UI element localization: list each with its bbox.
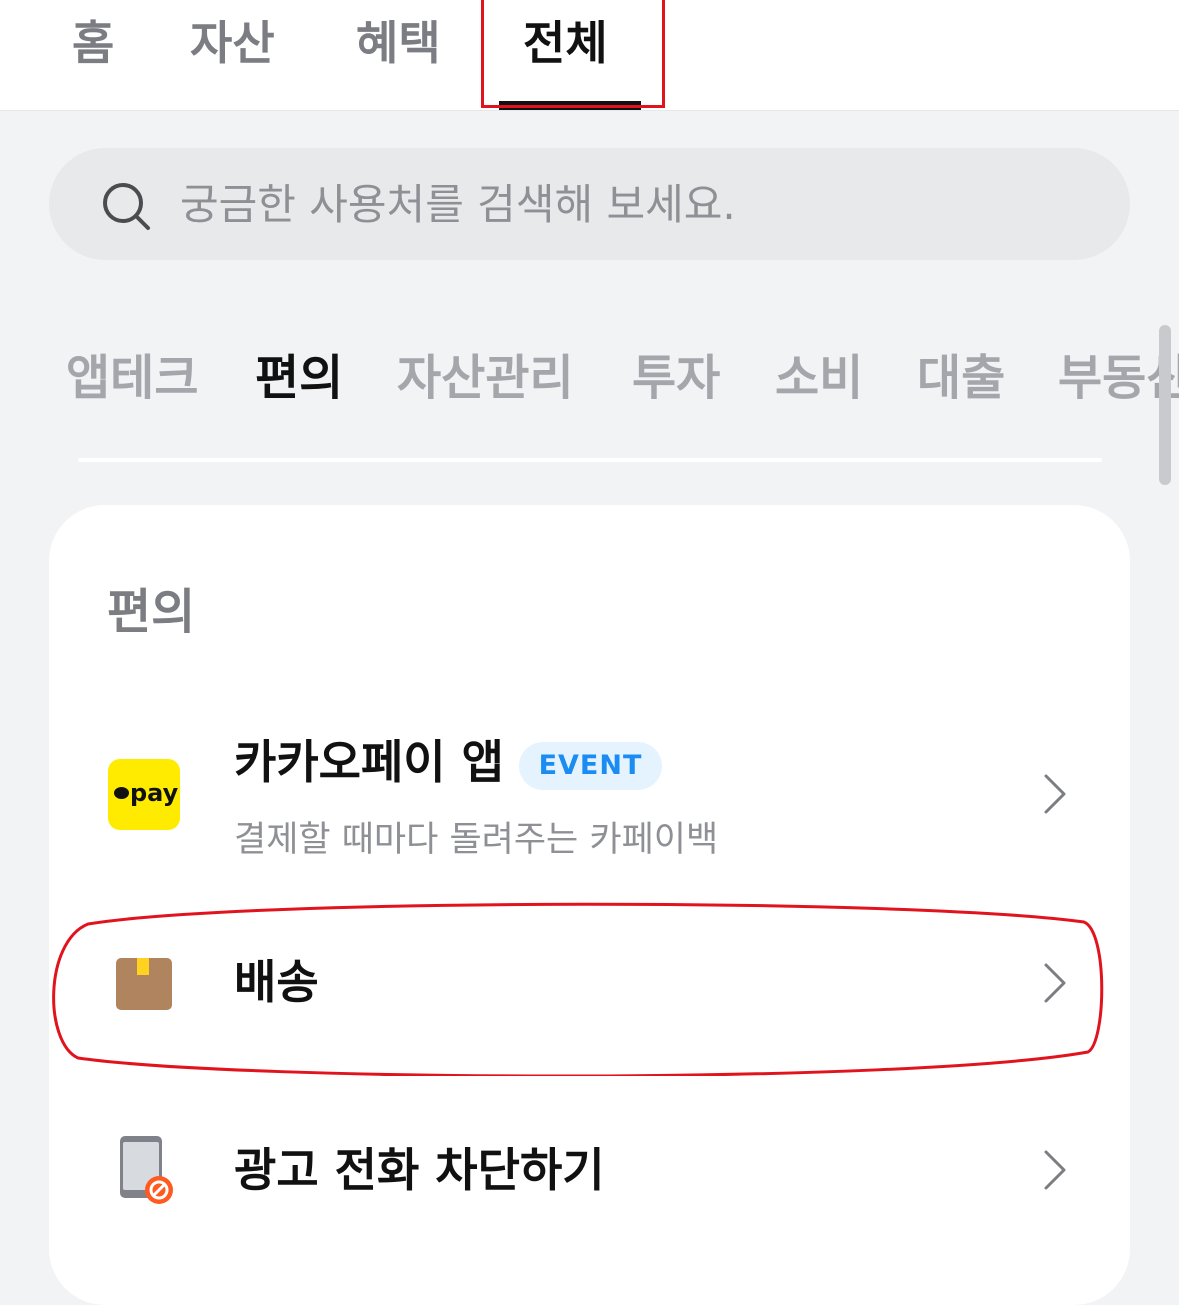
category-convenience[interactable]: 편의 <box>255 342 343 414</box>
tab-home[interactable]: 홈 <box>72 8 114 78</box>
highlight-box-annotation <box>481 0 665 108</box>
chevron-right-icon[interactable] <box>1040 772 1070 816</box>
category-apptech[interactable]: 앱테크 <box>66 342 198 414</box>
list-item-title-kakaopay[interactable]: 카카오페이 앱 <box>234 732 504 792</box>
highlight-ellipse-annotation <box>52 902 1104 1076</box>
category-consumption[interactable]: 소비 <box>775 342 863 414</box>
event-badge: EVENT <box>519 742 662 790</box>
tab-assets[interactable]: 자산 <box>190 8 275 78</box>
category-asset-management[interactable]: 자산관리 <box>397 342 574 414</box>
pay-icon: pay <box>108 759 180 830</box>
section-title: 편의 <box>107 584 196 640</box>
blocked-phone-icon <box>120 1136 173 1204</box>
category-investment[interactable]: 투자 <box>632 342 720 414</box>
pay-logo-text: pay <box>130 779 179 807</box>
pay-logo: pay <box>114 777 178 809</box>
speech-bubble-icon <box>114 787 129 799</box>
chevron-right-icon[interactable] <box>1040 1148 1070 1192</box>
search-icon <box>103 183 150 230</box>
tab-benefits[interactable]: 혜택 <box>356 8 441 78</box>
divider <box>78 458 1102 462</box>
list-item-subtitle: 결제할 때마다 돌려주는 카페이백 <box>234 820 719 860</box>
category-loan[interactable]: 대출 <box>917 342 1005 414</box>
list-item-title-block-ad-calls[interactable]: 광고 전화 차단하기 <box>234 1140 605 1200</box>
search-placeholder: 궁금한 사용처를 검색해 보세요. <box>180 180 736 229</box>
scrollbar[interactable] <box>1159 325 1171 485</box>
